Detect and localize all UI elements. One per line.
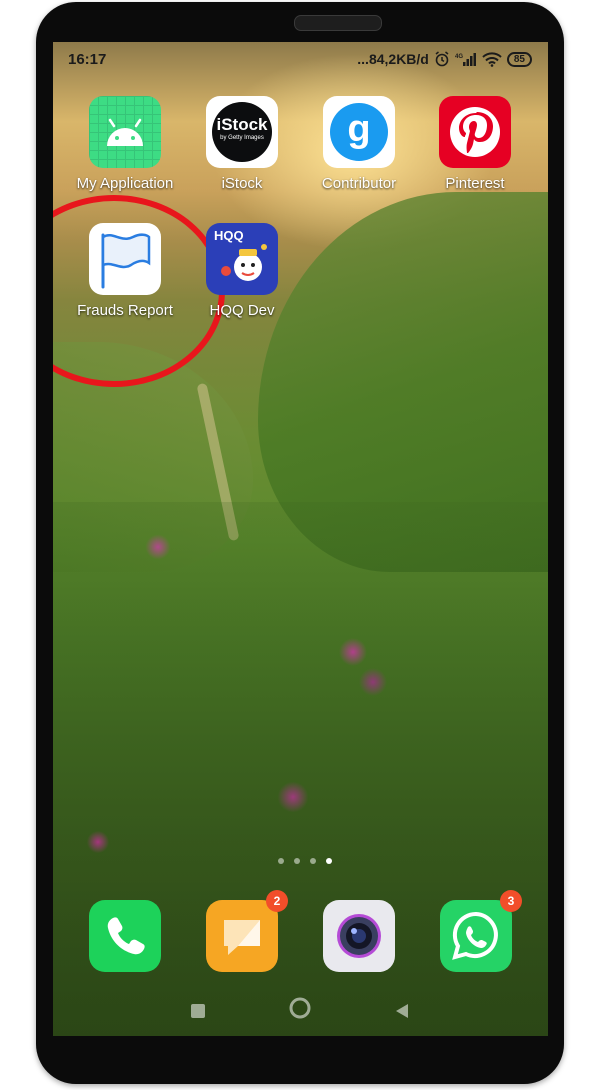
android-icon bbox=[89, 96, 161, 168]
svg-text:4G: 4G bbox=[455, 54, 463, 60]
page-indicator bbox=[278, 858, 332, 864]
battery-indicator: 85 bbox=[506, 51, 532, 67]
app-label: HQQ Dev bbox=[209, 302, 275, 319]
dock-messages[interactable]: 2 bbox=[206, 890, 288, 972]
circle-icon bbox=[289, 997, 311, 1019]
pinterest-icon bbox=[439, 96, 511, 168]
network-speed: ...84,2KB/d bbox=[357, 51, 429, 67]
app-contributor[interactable]: g Contributor bbox=[304, 96, 414, 192]
hqq-icon: HQQ bbox=[206, 223, 278, 295]
page-dot bbox=[310, 858, 316, 864]
speaker-grille bbox=[294, 15, 382, 31]
camera-icon bbox=[337, 914, 381, 958]
recent-apps-button[interactable] bbox=[189, 1002, 207, 1024]
contributor-icon: g bbox=[323, 96, 395, 168]
back-button[interactable] bbox=[393, 1002, 411, 1024]
flag-icon bbox=[89, 223, 161, 295]
page-dot-active bbox=[326, 858, 332, 864]
istock-logo-text: iStock bbox=[216, 115, 268, 134]
whatsapp-icon bbox=[452, 911, 498, 960]
phone-icon bbox=[107, 917, 145, 955]
app-frauds-report[interactable]: Frauds Report bbox=[70, 223, 180, 319]
messages-icon bbox=[224, 920, 260, 955]
signal-icon: 4G bbox=[455, 53, 476, 66]
app-pinterest[interactable]: Pinterest bbox=[420, 96, 530, 192]
dock-phone[interactable] bbox=[89, 900, 161, 972]
app-istock[interactable]: iStock by Getty Images iStock bbox=[187, 96, 297, 192]
status-bar: 16:17 ...84,2KB/d 4G 85 bbox=[53, 42, 548, 78]
app-label: iStock bbox=[221, 175, 263, 192]
status-icons: ...84,2KB/d 4G 85 bbox=[357, 51, 532, 67]
home-button[interactable] bbox=[288, 996, 312, 1024]
app-my-application[interactable]: My Application bbox=[70, 96, 180, 192]
notification-badge: 2 bbox=[266, 890, 288, 912]
dock-camera[interactable] bbox=[323, 900, 395, 972]
notification-badge: 3 bbox=[500, 890, 522, 912]
alarm-icon bbox=[435, 51, 449, 67]
istock-icon: iStock by Getty Images bbox=[206, 96, 278, 168]
page-dot bbox=[278, 858, 284, 864]
clock: 16:17 bbox=[68, 51, 107, 68]
contributor-logo-text: g bbox=[330, 103, 388, 161]
app-label: My Application bbox=[76, 175, 174, 192]
dock-whatsapp[interactable]: 3 bbox=[440, 890, 522, 972]
page-dot bbox=[294, 858, 300, 864]
app-hqq-dev[interactable]: HQQ HQQ Dev bbox=[187, 223, 297, 319]
square-icon bbox=[191, 1004, 205, 1018]
app-label: Frauds Report bbox=[77, 302, 173, 319]
navigation-bar bbox=[53, 990, 548, 1036]
home-screen: 16:17 ...84,2KB/d 4G 85 My Application i… bbox=[53, 42, 548, 1036]
istock-logo-subtext: by Getty Images bbox=[220, 135, 264, 141]
wifi-icon bbox=[482, 51, 502, 67]
app-label: Pinterest bbox=[445, 175, 505, 192]
app-label: Contributor bbox=[321, 175, 397, 192]
triangle-back-icon bbox=[396, 1004, 408, 1018]
